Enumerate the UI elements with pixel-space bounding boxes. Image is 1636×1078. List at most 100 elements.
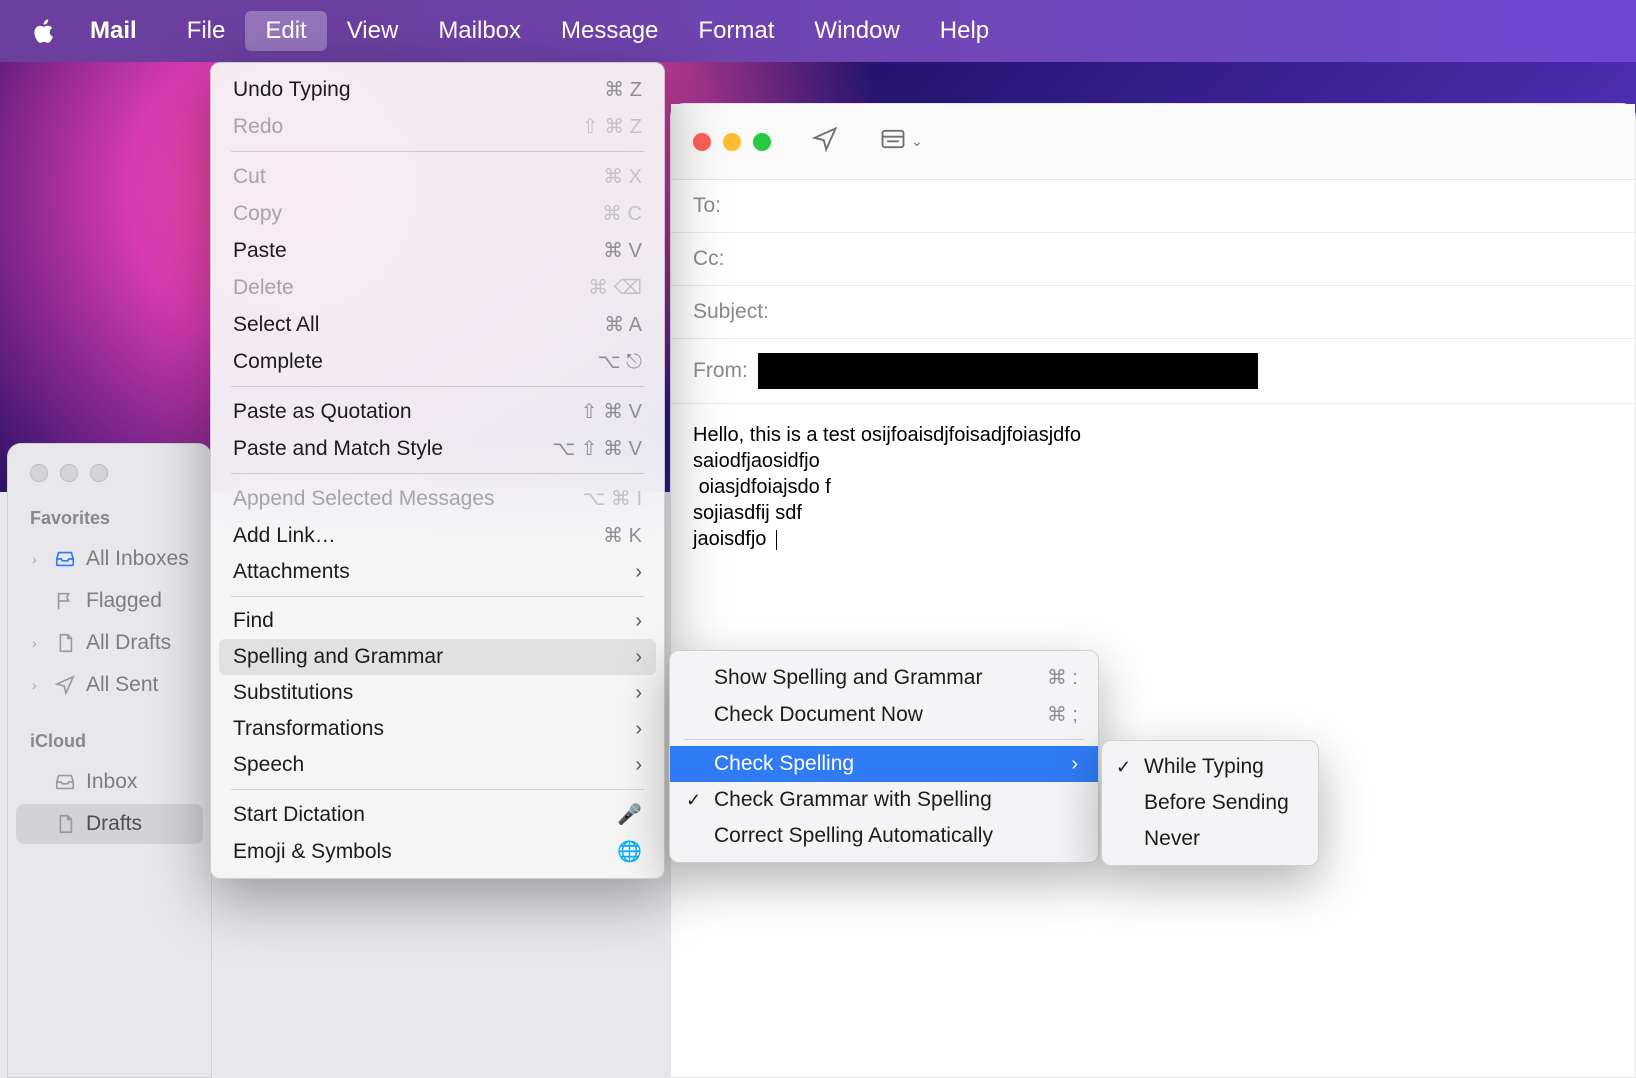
document-icon [54,813,76,835]
sidebar-item-label: Inbox [86,770,137,794]
apple-logo-icon[interactable] [30,17,58,45]
body-text: Hello, this is a test osijfoaisdjfoisadj… [693,424,1081,550]
menu-item-select-all[interactable]: Select All⌘ A [219,306,656,343]
submenu-item-label: While Typing [1144,755,1264,779]
app-name[interactable]: Mail [90,17,137,45]
to-field-row[interactable]: To: [671,180,1635,233]
chevron-right-icon: › [32,635,44,651]
check-spelling-submenu: ✓While TypingBefore SendingNever [1101,740,1319,866]
compose-body[interactable]: Hello, this is a test osijfoaisdjfoisadj… [671,404,1635,570]
menu-separator [684,739,1084,740]
submenu-item-show-spelling-and-grammar[interactable]: Show Spelling and Grammar⌘ : [670,659,1098,696]
submenu-item-check-grammar-with-spelling[interactable]: ✓ Check Grammar with Spelling [670,782,1098,818]
subject-label: Subject: [693,300,769,324]
menu-item-redo: Redo⇧ ⌘ Z [219,108,656,145]
keyboard-shortcut: ⌘ K [603,523,642,548]
menu-item-label: Copy [233,202,282,226]
menu-item-paste-and-match-style[interactable]: Paste and Match Style⌥ ⇧ ⌘ V [219,430,656,467]
send-button[interactable] [811,125,839,158]
from-label: From: [693,359,748,383]
sidebar-item-all-inboxes[interactable]: › All Inboxes [16,539,203,579]
menu-file[interactable]: File [167,11,246,51]
keyboard-shortcut: ⌘ Z [604,77,642,102]
menu-message[interactable]: Message [541,11,678,51]
menu-item-start-dictation[interactable]: Start Dictation 🎤 [219,796,656,833]
keyboard-shortcut: ⌘ V [603,238,642,263]
submenu-item-correct-spelling-automatically[interactable]: Correct Spelling Automatically [670,818,1098,854]
sidebar-item-inbox[interactable]: Inbox [16,762,203,802]
menu-item-label: Spelling and Grammar [233,645,443,669]
sidebar-item-flagged[interactable]: Flagged [16,581,203,621]
chevron-right-icon: › [32,551,44,567]
chevron-right-icon: › [635,754,642,777]
close-button[interactable] [693,133,711,151]
menu-item-transformations[interactable]: Transformations› [219,711,656,747]
submenu-item-label: Check Document Now [714,703,923,727]
compose-window: ⌄ To: Cc: Subject: From: Hello, this is … [670,103,1636,1078]
submenu-item-label: Show Spelling and Grammar [714,666,982,690]
mail-sidebar-window: Favorites › All Inboxes Flagged › All Dr… [7,443,212,1078]
minimize-button[interactable] [723,133,741,151]
chevron-right-icon: › [635,646,642,669]
menu-item-paste-as-quotation[interactable]: Paste as Quotation⇧ ⌘ V [219,393,656,430]
menu-item-spelling-and-grammar[interactable]: Spelling and Grammar › [219,639,656,675]
submenu-item-before-sending[interactable]: Before Sending [1102,785,1318,821]
document-icon [54,632,76,654]
submenu-item-check-spelling[interactable]: Check Spelling› [670,746,1098,782]
subject-field-row[interactable]: Subject: [671,286,1635,339]
menu-item-paste[interactable]: Paste ⌘ V [219,232,656,269]
menu-view[interactable]: View [327,11,419,51]
menu-item-label: Delete [233,276,294,300]
minimize-button[interactable] [60,464,78,482]
sidebar-item-label: All Drafts [86,631,171,655]
menu-item-label: Speech [233,753,304,777]
menu-item-undo-typing[interactable]: Undo Typing ⌘ Z [219,71,656,108]
edit-menu-dropdown: Undo Typing⌘ ZRedo⇧ ⌘ ZCut⌘ XCopy⌘ CPast… [210,62,665,879]
zoom-button[interactable] [90,464,108,482]
menu-help[interactable]: Help [920,11,1009,51]
menu-edit[interactable]: Edit [245,11,326,51]
menu-mailbox[interactable]: Mailbox [418,11,541,51]
submenu-item-label: Check Grammar with Spelling [714,788,992,812]
menu-item-label: Undo Typing [233,78,351,102]
menu-separator [231,596,644,597]
chevron-right-icon: › [635,610,642,633]
paperplane-icon [54,674,76,696]
menu-format[interactable]: Format [678,11,794,51]
close-button[interactable] [30,464,48,482]
menu-item-find[interactable]: Find› [219,603,656,639]
sidebar-item-all-sent[interactable]: › All Sent [16,665,203,705]
keyboard-shortcut: ⌘ X [603,164,642,189]
from-field-row[interactable]: From: [671,339,1635,404]
submenu-item-while-typing[interactable]: ✓While Typing [1102,749,1318,785]
menu-item-label: Append Selected Messages [233,487,495,511]
menu-item-label: Paste [233,239,287,263]
sidebar-section-icloud: iCloud [8,723,211,760]
cc-field-row[interactable]: Cc: [671,233,1635,286]
menu-window[interactable]: Window [794,11,919,51]
submenu-item-label: Correct Spelling Automatically [714,824,993,848]
menu-item-substitutions[interactable]: Substitutions› [219,675,656,711]
checkmark-icon: ✓ [686,790,701,811]
zoom-button[interactable] [753,133,771,151]
menu-item-label: Start Dictation [233,803,365,827]
menu-item-attachments[interactable]: Attachments› [219,554,656,590]
sidebar-item-label: All Inboxes [86,547,189,571]
menu-item-label: Cut [233,165,266,189]
sidebar-item-all-drafts[interactable]: › All Drafts [16,623,203,663]
mic-icon: 🎤 [617,802,642,827]
globe-icon: 🌐 [617,839,642,864]
keyboard-shortcut: ⌥ ⇧ ⌘ V [552,436,642,461]
submenu-item-never[interactable]: Never [1102,821,1318,857]
menu-item-speech[interactable]: Speech › [219,747,656,783]
sidebar-item-drafts[interactable]: Drafts [16,804,203,844]
menu-separator [231,386,644,387]
keyboard-shortcut: ⇧ ⌘ Z [582,114,642,139]
submenu-item-check-document-now[interactable]: Check Document Now⌘ ; [670,696,1098,733]
menu-item-add-link[interactable]: Add Link…⌘ K [219,517,656,554]
menu-item-complete[interactable]: Complete⌥ ⎋ [219,343,656,380]
menu-item-emoji-symbols[interactable]: Emoji & Symbols🌐 [219,833,656,870]
chevron-down-icon: ⌄ [911,133,923,150]
chevron-right-icon: › [635,682,642,705]
header-fields-button[interactable]: ⌄ [879,125,923,158]
